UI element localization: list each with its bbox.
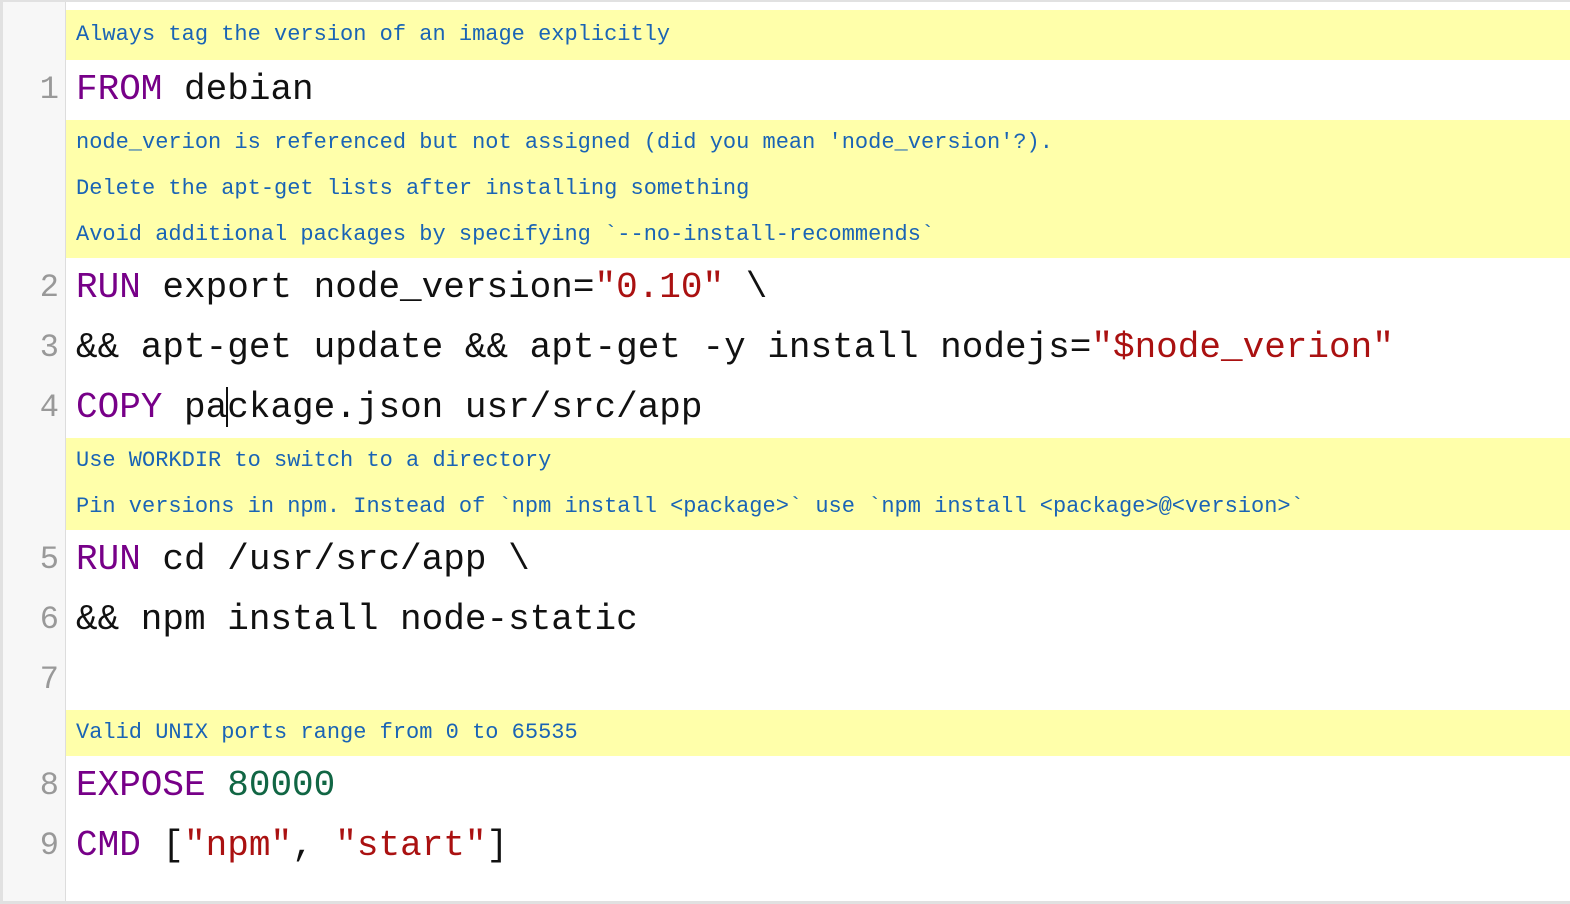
string-token: "start" — [335, 825, 487, 866]
code-text[interactable]: EXPOSE 80000 — [76, 756, 335, 816]
editor-lines[interactable]: Always tag the version of an image expli… — [3, 10, 1570, 876]
code-text[interactable]: RUN cd /usr/src/app \ — [76, 530, 530, 590]
string-token: "$node_verion" — [1091, 327, 1394, 368]
code-line[interactable]: 3 && apt-get update && apt-get -y install… — [3, 318, 1570, 378]
keyword-token: EXPOSE — [76, 765, 206, 806]
plain-token: pa — [162, 387, 228, 428]
line-number: 7 — [39, 661, 59, 698]
plain-token: && apt-get update && apt-get -y install … — [76, 327, 1092, 368]
code-text[interactable]: FROM debian — [76, 60, 314, 120]
code-text[interactable]: && apt-get update && apt-get -y install … — [76, 318, 1394, 378]
plain-token: [ — [140, 825, 185, 866]
lint-warning: Valid UNIX ports range from 0 to 65535 — [66, 710, 1570, 756]
plain-token: , — [292, 825, 336, 866]
code-text[interactable]: RUN export node_version="0.10" \ — [76, 258, 767, 318]
code-text[interactable]: COPY package.json usr/src/app — [76, 378, 703, 438]
keyword-token: RUN — [76, 539, 141, 580]
keyword-token: FROM — [76, 69, 163, 110]
line-number: 4 — [39, 389, 59, 426]
keyword-token: COPY — [76, 387, 163, 428]
keyword-token: CMD — [76, 825, 141, 866]
line-number: 3 — [39, 329, 59, 366]
number-token: 80000 — [227, 765, 336, 806]
keyword-token: RUN — [76, 267, 141, 308]
code-line[interactable]: 1 FROM debian — [3, 60, 1570, 120]
lint-warning: Pin versions in npm. Instead of `npm ins… — [66, 484, 1570, 530]
line-number: 6 — [39, 601, 59, 638]
code-text[interactable]: CMD ["npm", "start"] — [76, 816, 508, 876]
code-line[interactable]: 2 RUN export node_version="0.10" \ — [3, 258, 1570, 318]
plain-token: && npm install node-static — [76, 599, 638, 640]
code-line[interactable]: 9 CMD ["npm", "start"] — [3, 816, 1570, 876]
line-number: 8 — [39, 767, 59, 804]
string-token: "npm" — [184, 825, 293, 866]
lint-warning: Use WORKDIR to switch to a directory — [66, 438, 1570, 484]
code-line[interactable]: 5 RUN cd /usr/src/app \ — [3, 530, 1570, 590]
plain-token: cd /usr/src/app \ — [140, 539, 530, 580]
string-token: "0.10" — [594, 267, 725, 308]
plain-token: export node_version= — [140, 267, 595, 308]
code-line[interactable]: 4 COPY package.json usr/src/app — [3, 378, 1570, 438]
plain-token: \ — [724, 267, 768, 308]
plain-token: debian — [162, 69, 314, 110]
lint-warning: Delete the apt-get lists after installin… — [66, 166, 1570, 212]
dockerfile-editor[interactable]: Always tag the version of an image expli… — [0, 0, 1570, 904]
code-line[interactable]: 7 — [3, 650, 1570, 710]
lint-warning: node_verion is referenced but not assign… — [66, 120, 1570, 166]
lint-warning: Avoid additional packages by specifying … — [66, 212, 1570, 258]
lint-warning: Always tag the version of an image expli… — [66, 10, 1570, 60]
code-text[interactable]: && npm install node-static — [76, 590, 638, 650]
line-number: 2 — [39, 269, 59, 306]
code-line[interactable]: 8 EXPOSE 80000 — [3, 756, 1570, 816]
line-number: 9 — [39, 827, 59, 864]
line-number: 1 — [39, 71, 59, 108]
line-number: 5 — [39, 541, 59, 578]
plain-token: ] — [486, 825, 509, 866]
code-line[interactable]: 6 && npm install node-static — [3, 590, 1570, 650]
plain-token: ckage.json usr/src/app — [227, 387, 703, 428]
